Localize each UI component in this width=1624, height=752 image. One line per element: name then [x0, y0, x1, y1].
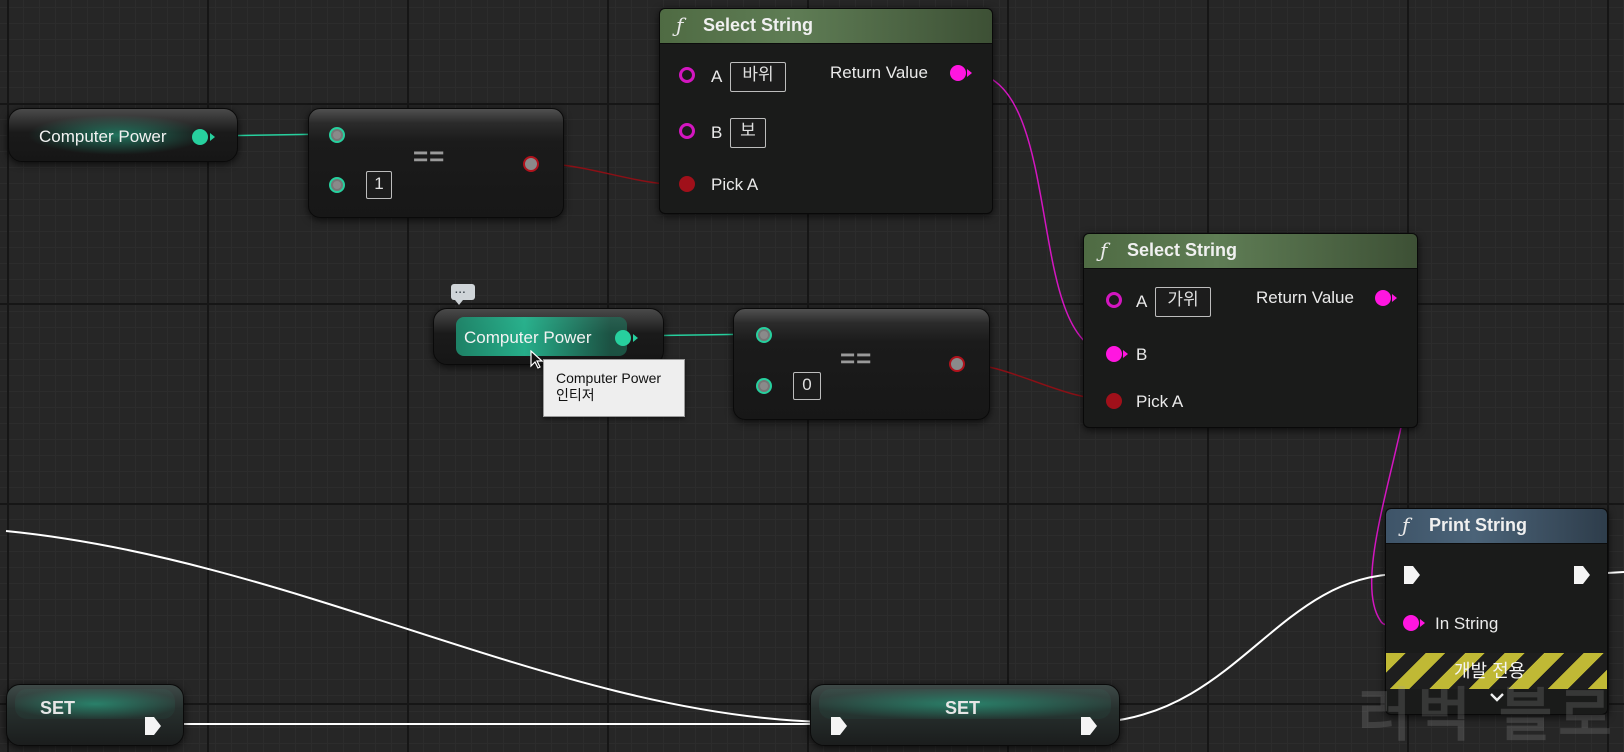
node-header: ƒ Print String: [1386, 509, 1607, 544]
equal-symbol: ==: [840, 343, 873, 373]
string-input-pin-a[interactable]: [1106, 292, 1122, 308]
integer-input-pin-b[interactable]: [329, 177, 345, 193]
bool-input-pin-pick-a[interactable]: [679, 176, 695, 192]
set-node-1[interactable]: SET: [6, 684, 184, 746]
string-input-pin-in-string[interactable]: [1403, 615, 1419, 631]
pin-label-return-value: Return Value: [1256, 288, 1354, 307]
bool-output-pin[interactable]: [949, 356, 965, 372]
string-output-pin[interactable]: [1375, 290, 1391, 306]
select-string-node-1[interactable]: ƒ Select String A 바위 B 보 Pick A Return V…: [659, 8, 993, 214]
string-output-pin[interactable]: [950, 65, 966, 81]
equal-node-1[interactable]: 1 ==: [308, 108, 564, 218]
node-label: Computer Power: [39, 127, 167, 146]
bool-output-pin[interactable]: [523, 156, 539, 172]
node-label: SET: [40, 698, 76, 718]
exec-output-pin[interactable]: [1079, 715, 1099, 737]
pin-tooltip: Computer Power 인티저: [543, 359, 685, 417]
equal-symbol: ==: [413, 141, 446, 171]
function-icon: ƒ: [676, 13, 684, 37]
exec-output-pin[interactable]: [143, 715, 163, 737]
get-computer-power-node-1[interactable]: Computer Power: [8, 108, 238, 162]
pin-label-a: A: [711, 67, 723, 86]
select-string-node-2[interactable]: ƒ Select String A 가위 B Pick A Return Val…: [1083, 233, 1418, 428]
bool-input-pin-pick-a[interactable]: [1106, 393, 1122, 409]
pin-label-b: B: [711, 123, 723, 142]
string-input-pin-b[interactable]: [1106, 346, 1122, 362]
exec-input-pin[interactable]: [829, 715, 849, 737]
node-header: ƒ Select String: [1084, 234, 1417, 269]
node-header: ƒ Select String: [660, 9, 992, 44]
node-title: Print String: [1429, 515, 1527, 535]
blog-watermark: 러벅 블로: [1358, 683, 1618, 748]
comment-bubble-icon[interactable]: ...: [451, 284, 475, 305]
exec-input-pin[interactable]: [1402, 564, 1422, 586]
function-icon: ƒ: [1100, 238, 1108, 262]
integer-output-pin[interactable]: [192, 129, 208, 145]
node-label: Computer Power: [464, 328, 592, 347]
integer-input-pin-a[interactable]: [756, 327, 772, 343]
get-computer-power-node-2[interactable]: Computer Power: [433, 308, 664, 365]
pin-label-a: A: [1136, 292, 1148, 311]
pin-label-in-string: In String: [1435, 614, 1499, 633]
pin-label-pick-a: Pick A: [711, 175, 759, 194]
string-value-a[interactable]: 바위: [730, 62, 786, 92]
pin-label-pick-a: Pick A: [1136, 392, 1184, 411]
pin-label-return-value: Return Value: [830, 63, 928, 82]
tooltip-name: Computer Power: [556, 370, 662, 386]
node-title: Select String: [703, 15, 814, 35]
integer-input-pin-b[interactable]: [756, 378, 772, 394]
string-input-pin-b[interactable]: [679, 123, 695, 139]
integer-input-pin-a[interactable]: [329, 127, 345, 143]
node-label: SET: [945, 698, 981, 718]
integer-value-field[interactable]: 0: [793, 372, 821, 400]
pin-label-b: B: [1136, 345, 1148, 364]
tooltip-type: 인티저: [556, 387, 595, 403]
function-icon: ƒ: [1402, 513, 1410, 537]
mouse-cursor-icon: [530, 350, 544, 369]
integer-output-pin[interactable]: [615, 330, 631, 346]
string-value-a[interactable]: 가위: [1155, 287, 1211, 317]
string-input-pin-a[interactable]: [679, 67, 695, 83]
string-value-b[interactable]: 보: [730, 118, 766, 148]
integer-value-field[interactable]: 1: [366, 171, 392, 199]
equal-node-2[interactable]: 0 ==: [733, 308, 990, 420]
set-node-2[interactable]: SET: [810, 684, 1120, 746]
exec-output-pin[interactable]: [1572, 564, 1592, 586]
node-title: Select String: [1127, 240, 1238, 260]
